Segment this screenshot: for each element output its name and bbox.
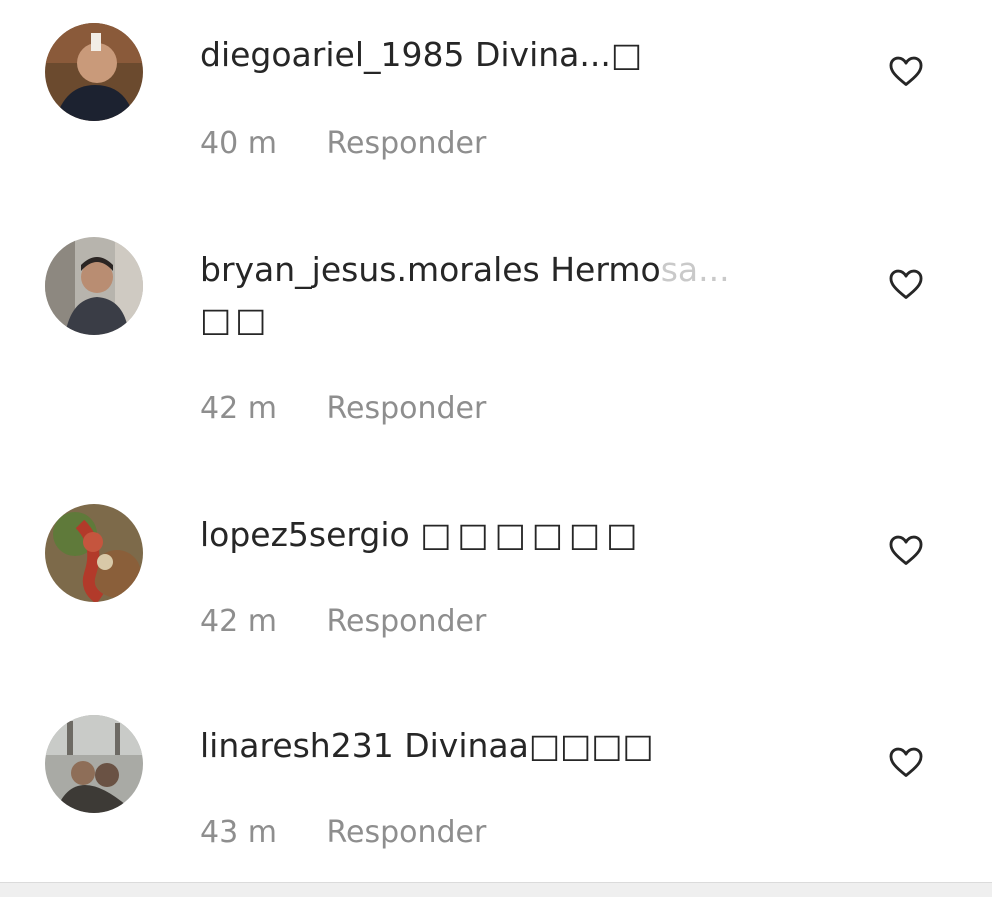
avatar[interactable] <box>45 237 143 335</box>
avatar-image <box>45 237 143 335</box>
reply-button[interactable]: Responder <box>326 391 486 426</box>
comment-text: Divinaa□□□□ <box>404 726 654 765</box>
reply-button[interactable]: Responder <box>326 126 486 161</box>
comment-text-truncated: sa... <box>660 250 730 289</box>
bottom-divider <box>0 882 992 897</box>
reply-button[interactable]: Responder <box>326 604 486 639</box>
comment-meta: 40 m Responder <box>200 126 486 161</box>
heart-icon[interactable] <box>887 265 925 303</box>
heart-icon[interactable] <box>887 52 925 90</box>
heart-icon[interactable] <box>887 531 925 569</box>
comment-meta: 42 m Responder <box>200 604 486 639</box>
timestamp: 42 m <box>200 604 277 639</box>
timestamp: 42 m <box>200 391 277 426</box>
avatar-image <box>45 715 143 813</box>
comment-meta: 42 m Responder <box>200 391 486 426</box>
avatar[interactable] <box>45 504 143 602</box>
comment-meta: 43 m Responder <box>200 815 486 850</box>
username[interactable]: linaresh231 <box>200 726 394 765</box>
timestamp: 43 m <box>200 815 277 850</box>
heart-icon[interactable] <box>887 743 925 781</box>
comments-list: diegoariel_1985 Divina...□ 40 m Responde… <box>0 0 992 882</box>
username[interactable]: lopez5sergio <box>200 515 410 554</box>
comment-text: □□□□□□ <box>420 515 644 554</box>
username[interactable]: diegoariel_1985 <box>200 35 464 74</box>
comment-text: Hermo <box>550 250 661 289</box>
timestamp: 40 m <box>200 126 277 161</box>
avatar-image <box>45 23 143 121</box>
avatar-image <box>45 504 143 602</box>
comment-text-continued: □□ <box>200 300 271 339</box>
reply-button[interactable]: Responder <box>326 815 486 850</box>
comment-text: Divina...□ <box>474 35 643 74</box>
avatar[interactable] <box>45 715 143 813</box>
username[interactable]: bryan_jesus.morales <box>200 250 540 289</box>
avatar[interactable] <box>45 23 143 121</box>
